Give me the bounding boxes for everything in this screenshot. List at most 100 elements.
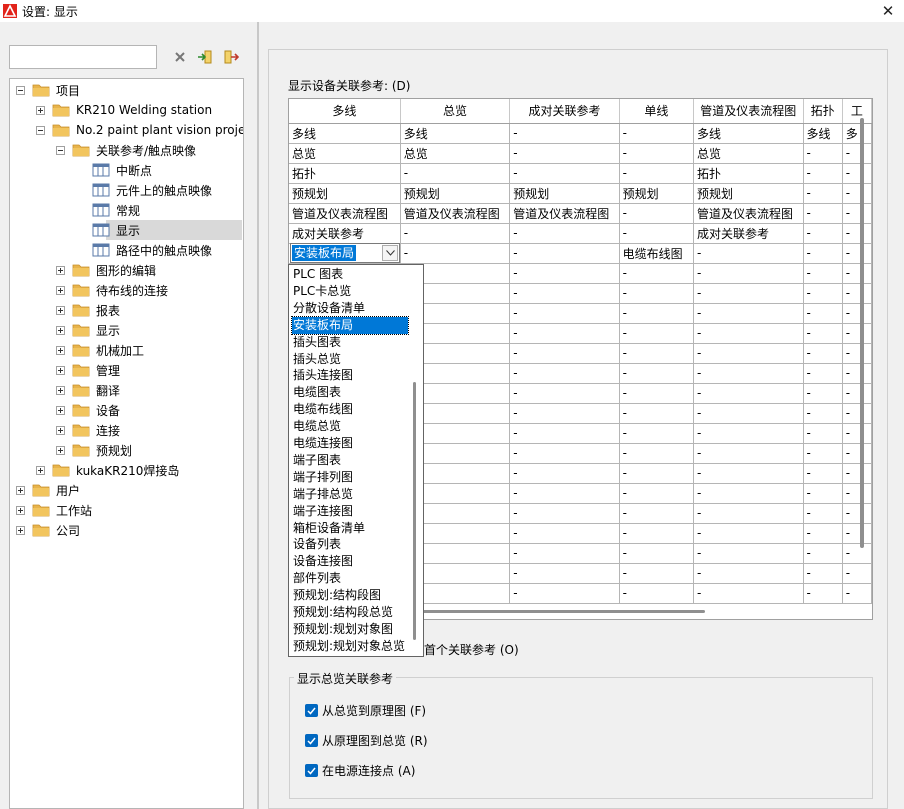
table-cell[interactable]: - [509,303,620,324]
expand-icon[interactable] [56,265,65,275]
table-cell[interactable]: - [619,563,695,584]
table-cell[interactable]: - [803,323,843,344]
table-cell[interactable]: - [803,343,843,364]
export-button[interactable] [221,47,241,67]
table-cell[interactable]: - [509,543,620,564]
splitter[interactable] [257,22,259,809]
table-cell[interactable]: - [842,283,872,304]
expand-icon[interactable] [56,405,65,415]
dropdown-option[interactable]: 部件列表 [292,570,341,587]
table-cell[interactable]: - [619,303,695,324]
table-cell[interactable]: - [842,363,872,384]
first-reference-option[interactable]: 首个关联参考 (O) [424,641,519,658]
table-cell[interactable]: - [509,463,620,484]
table-cell[interactable]: - [619,323,695,344]
table-cell[interactable]: - [693,563,804,584]
table-cell[interactable]: - [803,463,843,484]
table-cell[interactable]: - [509,243,620,264]
tree-item[interactable]: 翻译 [10,380,243,400]
table-cell[interactable]: - [803,183,843,204]
tree-item[interactable]: 显示 [10,320,243,340]
table-cell[interactable]: - [693,303,804,324]
table-cell[interactable]: - [803,363,843,384]
table-cell[interactable]: 预规划 [289,183,401,204]
table-cell[interactable]: - [619,143,695,164]
tree-item[interactable]: 管理 [10,360,243,380]
column-header[interactable]: 多线 [289,99,401,124]
table-cell[interactable]: - [803,483,843,504]
table-cell[interactable]: - [619,383,695,404]
table-row[interactable]: 成对关联参考 - - - 成对关联参考 - - [289,223,872,244]
expand-icon[interactable] [56,385,65,395]
table-cell[interactable]: - [803,523,843,544]
table-cell[interactable]: - [509,523,620,544]
expand-icon[interactable] [36,465,45,475]
tree-item[interactable]: 预规划 [10,440,243,460]
table-cell[interactable]: - [842,563,872,584]
table-cell[interactable]: - [842,523,872,544]
table-cell[interactable]: - [509,163,620,184]
table-cell[interactable]: 多线 [693,123,804,144]
table-cell[interactable]: - [619,283,695,304]
clear-filter-button[interactable] [170,47,190,67]
dropdown-option[interactable]: 分散设备清单 [292,300,365,317]
table-cell[interactable]: - [693,543,804,564]
dropdown-option[interactable]: PLC卡总览 [292,283,351,300]
dropdown-option[interactable]: PLC 图表 [292,266,343,283]
dropdown-option[interactable]: 预规划:规划对象总览 [292,638,405,655]
grid-horizontal-scrollbar[interactable] [420,610,705,613]
table-cell[interactable]: 拓扑 [289,163,401,184]
expand-icon[interactable] [56,325,65,335]
table-cell[interactable]: - [803,543,843,564]
table-cell[interactable]: - [619,543,695,564]
table-row[interactable]: 总览 总览 - - 总览 - - [289,143,872,164]
expand-icon[interactable] [56,445,65,455]
table-cell[interactable]: - [803,223,843,244]
table-cell[interactable]: - [842,243,872,264]
table-cell[interactable]: 成对关联参考 [693,223,804,244]
table-cell[interactable]: - [509,363,620,384]
import-button[interactable] [195,47,215,67]
table-cell[interactable]: - [842,383,872,404]
dropdown-option[interactable]: 端子连接图 [292,503,353,520]
table-cell[interactable]: - [693,423,804,444]
checkbox-checked-icon[interactable] [305,734,318,747]
close-button[interactable]: ✕ [878,1,898,21]
column-header[interactable]: 工 [842,99,872,124]
table-cell[interactable]: - [619,203,695,224]
dropdown-option[interactable]: 插头图表 [292,334,341,351]
table-cell[interactable]: - [509,563,620,584]
tree-item[interactable]: 公司 [10,520,243,540]
tree-item[interactable]: kukaKR210焊接岛 [10,460,243,480]
table-cell[interactable]: 多线 [400,123,511,144]
table-cell[interactable]: - [693,463,804,484]
table-cell[interactable]: 管道及仪表流程图 [400,203,511,224]
table-cell[interactable]: - [693,483,804,504]
tree-item[interactable]: No.2 paint plant vision projec [10,120,243,140]
table-cell[interactable]: 成对关联参考 [289,223,401,244]
table-cell[interactable]: - [693,443,804,464]
table-cell[interactable]: - [509,323,620,344]
tree-item[interactable]: 待布线的连接 [10,280,243,300]
dropdown-option[interactable]: 电缆布线图 [292,401,353,418]
table-cell[interactable]: - [619,423,695,444]
dropdown-option[interactable]: 端子排列图 [292,469,353,486]
table-cell[interactable]: - [619,503,695,524]
table-cell[interactable]: - [619,343,695,364]
dropdown-option[interactable]: 设备列表 [292,536,341,553]
tree-item[interactable]: 项目 [10,80,243,100]
table-cell[interactable]: - [803,203,843,224]
table-cell[interactable]: - [803,383,843,404]
table-cell[interactable]: - [509,143,620,164]
tree-item[interactable]: 机械加工 [10,340,243,360]
dropdown-option[interactable]: 电缆图表 [292,384,341,401]
table-cell[interactable]: - [803,443,843,464]
table-cell[interactable]: - [693,363,804,384]
search-input[interactable] [9,45,157,69]
tree-item[interactable]: 显示 [92,220,242,240]
table-cell[interactable]: - [509,123,620,144]
checkbox-schematic-to-overview[interactable]: 从原理图到总览 (R) [305,732,428,749]
expand-icon[interactable] [56,365,65,375]
table-cell[interactable]: - [803,263,843,284]
table-cell[interactable]: - [509,403,620,424]
